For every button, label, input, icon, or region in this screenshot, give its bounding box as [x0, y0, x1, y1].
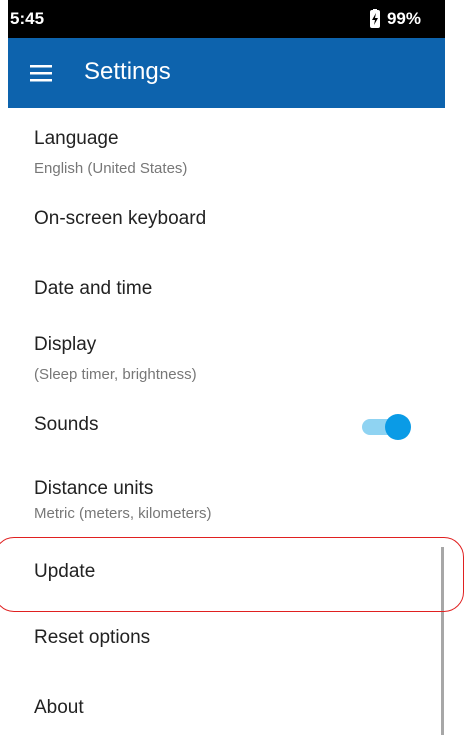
settings-item-date-and-time[interactable]: Date and time: [8, 258, 428, 328]
battery-percent: 99%: [386, 9, 421, 28]
settings-item-on-screen-keyboard[interactable]: On-screen keyboard: [8, 188, 428, 258]
app-bar: Settings: [8, 38, 445, 108]
settings-item-title: Date and time: [34, 278, 153, 299]
settings-item-subtitle: English (United States): [34, 160, 188, 177]
settings-item-about[interactable]: About: [8, 672, 428, 735]
battery-charging-icon: [369, 9, 380, 28]
sounds-toggle[interactable]: [360, 414, 411, 440]
settings-item-title: Reset options: [34, 627, 151, 648]
status-bar: 5:45 99%: [8, 0, 445, 38]
status-time: 5:45: [10, 9, 45, 28]
settings-item-subtitle: (Sleep timer, brightness): [34, 366, 197, 383]
settings-item-reset-options[interactable]: Reset options: [8, 608, 428, 672]
settings-screen: 5:45 99% Settings Language English (Unit…: [8, 0, 445, 735]
settings-item-language[interactable]: Language English (United States): [8, 118, 428, 188]
settings-item-display[interactable]: Display (Sleep timer, brightness): [8, 328, 428, 398]
settings-item-title: Sounds: [34, 414, 99, 435]
page-title: Settings: [84, 58, 171, 85]
settings-item-update[interactable]: Update: [8, 538, 428, 608]
settings-item-title: Language: [34, 128, 119, 149]
settings-item-sounds[interactable]: Sounds: [8, 398, 348, 458]
settings-item-title: About: [34, 697, 84, 718]
settings-item-title: Distance units: [34, 478, 154, 499]
settings-item-title: Display: [34, 334, 97, 355]
settings-item-title: On-screen keyboard: [34, 208, 207, 229]
settings-item-distance-units[interactable]: Distance units Metric (meters, kilometer…: [8, 468, 428, 538]
settings-item-subtitle: Metric (meters, kilometers): [34, 505, 212, 522]
settings-item-title: Update: [34, 561, 96, 582]
hamburger-menu-icon[interactable]: [30, 62, 52, 84]
status-right: 99%: [366, 9, 421, 29]
toggle-thumb: [385, 414, 411, 440]
scrollbar[interactable]: [441, 547, 444, 735]
